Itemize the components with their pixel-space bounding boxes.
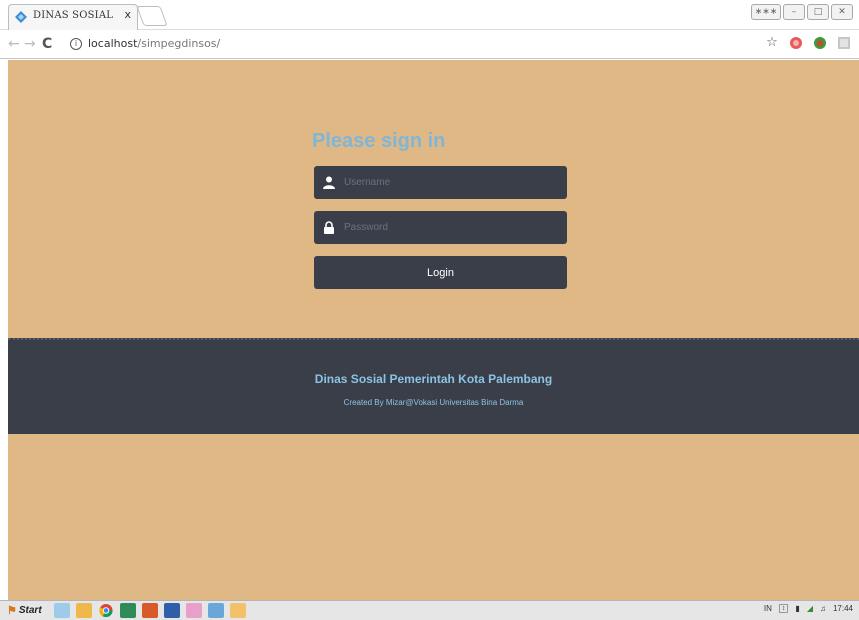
chrome-icon[interactable] (98, 603, 114, 618)
lock-icon (324, 221, 334, 234)
footer-title: Dinas Sosial Pemerintah Kota Palembang (314, 372, 553, 386)
reload-icon[interactable]: C (42, 36, 52, 52)
word-icon[interactable] (164, 603, 180, 618)
extension-icons: ☆ (765, 36, 851, 50)
tray-arrows-icon[interactable]: ↕ (778, 604, 789, 613)
url-text: localhost/simpegdinsos/ (88, 37, 220, 50)
password-input[interactable] (344, 211, 559, 244)
windows-flag-icon: ⚑ (7, 605, 17, 617)
window-user-button[interactable]: ∗∗∗ (751, 4, 781, 20)
new-tab-button[interactable] (136, 6, 168, 26)
tray-volume-icon[interactable]: ♫ (820, 604, 826, 613)
notepad-icon[interactable] (208, 603, 224, 618)
page-viewport: Please sign in Login Dinas Sosial Pemeri… (8, 60, 859, 600)
forward-arrow-icon[interactable]: → (24, 36, 36, 52)
page-title: Please sign in (312, 130, 446, 152)
username-input[interactable] (344, 166, 559, 199)
url-path: /simpegdinsos/ (137, 37, 221, 50)
paint-icon[interactable] (186, 603, 202, 618)
clock[interactable]: 17:44 (833, 604, 853, 613)
start-label: Start (18, 605, 42, 616)
password-field-container (314, 211, 567, 244)
url-host: localhost (88, 37, 138, 50)
tab-title: DINAS SOSIAL (33, 10, 114, 21)
user-icon (323, 176, 335, 189)
extension-green-icon[interactable] (813, 36, 827, 50)
folder-icon[interactable] (76, 603, 92, 618)
explorer-icon[interactable] (54, 603, 70, 618)
browser-tab-bar: DINAS SOSIAL x ∗∗∗ – □ ✕ (0, 0, 859, 30)
info-icon[interactable]: i (70, 38, 82, 50)
archive-icon[interactable] (230, 603, 246, 618)
start-button[interactable]: ⚑ Start (3, 602, 46, 619)
taskbar-apps (54, 603, 246, 618)
extension-gray-icon[interactable] (837, 36, 851, 50)
extension-red-icon[interactable] (789, 36, 803, 50)
footer-credit: Created By Mizar@Vokasi Universitas Bina… (343, 398, 524, 407)
address-bar: ← → C i localhost/simpegdinsos/ ☆ (0, 31, 859, 59)
tab-close-icon[interactable]: x (124, 8, 131, 21)
close-window-button[interactable]: ✕ (831, 4, 853, 20)
star-bookmark-icon[interactable]: ☆ (765, 36, 779, 50)
excel-icon[interactable] (120, 603, 136, 618)
browser-tab[interactable]: DINAS SOSIAL x (8, 4, 138, 30)
url-field[interactable]: i localhost/simpegdinsos/ (60, 35, 765, 55)
tray-network-icon[interactable]: ▮ (795, 604, 799, 613)
minimize-button[interactable]: – (783, 4, 805, 20)
language-indicator[interactable]: IN (764, 604, 772, 613)
username-field-container (314, 166, 567, 199)
maximize-button[interactable]: □ (807, 4, 829, 20)
powerpoint-icon[interactable] (142, 603, 158, 618)
system-tray: IN ↕ ▮ ◢ ♫ 17:44 (764, 604, 853, 613)
os-taskbar: ⚑ Start IN ↕ ▮ ◢ ♫ 17:44 (0, 600, 859, 620)
favicon-icon (15, 11, 27, 23)
login-button[interactable]: Login (314, 256, 567, 289)
window-controls: ∗∗∗ – □ ✕ (751, 4, 853, 20)
back-arrow-icon[interactable]: ← (8, 36, 20, 52)
footer: Dinas Sosial Pemerintah Kota Palembang C… (8, 338, 859, 434)
tray-signal-icon[interactable]: ◢ (807, 604, 813, 613)
